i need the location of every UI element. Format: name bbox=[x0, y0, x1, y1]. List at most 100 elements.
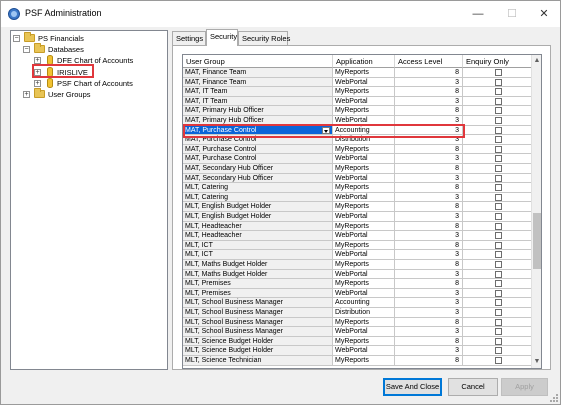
cell-user-group[interactable]: MLT, School Business Manager bbox=[183, 317, 333, 328]
table-row[interactable]: MLT, Headteacher WebPortal 3 bbox=[183, 231, 532, 241]
enquiry-only-checkbox[interactable] bbox=[495, 117, 502, 124]
cell-user-group[interactable]: MLT, School Business Manager bbox=[183, 308, 333, 318]
cell-access-level[interactable]: 3 bbox=[395, 77, 463, 88]
cell-application[interactable]: WebPortal bbox=[333, 346, 395, 356]
enquiry-only-checkbox[interactable] bbox=[495, 232, 502, 240]
table-row[interactable]: MLT, Headteacher MyReports 8 bbox=[183, 221, 532, 232]
enquiry-only-checkbox[interactable] bbox=[495, 193, 502, 201]
cell-user-group[interactable]: MLT, English Budget Holder bbox=[183, 202, 333, 212]
cell-access-level[interactable]: 3 bbox=[395, 288, 463, 299]
scroll-up-icon[interactable]: ▲ bbox=[532, 55, 541, 67]
cell-access-level[interactable]: 3 bbox=[395, 308, 463, 318]
table-row[interactable]: MLT, School Business Manager Distribution… bbox=[183, 308, 532, 318]
cell-access-level[interactable]: 3 bbox=[395, 346, 463, 356]
enquiry-only-checkbox[interactable] bbox=[495, 251, 502, 259]
cell-access-level[interactable]: 8 bbox=[395, 260, 463, 270]
enquiry-only-checkbox[interactable] bbox=[495, 107, 502, 115]
resize-grip-icon[interactable] bbox=[550, 394, 558, 402]
cell-application[interactable]: MyReports bbox=[333, 336, 395, 347]
table-row[interactable]: MAT, IT Team MyReports 8 bbox=[183, 87, 532, 97]
cell-application[interactable]: WebPortal bbox=[333, 327, 395, 337]
enquiry-only-checkbox[interactable] bbox=[495, 222, 502, 230]
cell-access-level[interactable]: 3 bbox=[395, 212, 463, 222]
cell-application[interactable]: MyReports bbox=[333, 221, 395, 232]
enquiry-only-checkbox[interactable] bbox=[495, 203, 502, 211]
security-grid[interactable]: User Group Application Access Level Enqu… bbox=[182, 54, 542, 369]
enquiry-only-checkbox[interactable] bbox=[495, 328, 502, 336]
cell-access-level[interactable]: 3 bbox=[395, 269, 463, 280]
cell-access-level[interactable]: 3 bbox=[395, 154, 463, 164]
cell-user-group[interactable]: MLT, School Business Manager bbox=[183, 298, 333, 308]
table-row[interactable]: MAT, Finance Team WebPortal 3 bbox=[183, 77, 532, 88]
cell-application[interactable]: WebPortal bbox=[333, 231, 395, 241]
table-row[interactable]: MLT, Science Budget Holder MyReports 8 bbox=[183, 336, 532, 347]
cell-user-group[interactable]: MLT, ICT bbox=[183, 240, 333, 251]
enquiry-only-checkbox[interactable] bbox=[495, 347, 502, 355]
enquiry-only-checkbox[interactable] bbox=[495, 126, 502, 134]
cell-application[interactable]: WebPortal bbox=[333, 192, 395, 203]
table-row[interactable]: MLT, School Business Manager WebPortal 3 bbox=[183, 327, 532, 337]
cell-user-group[interactable]: MAT, Purchase Control bbox=[183, 154, 333, 164]
cell-user-group[interactable]: MLT, Science Budget Holder bbox=[183, 346, 333, 356]
table-row[interactable]: MLT, Premises WebPortal 3 bbox=[183, 288, 532, 299]
table-row[interactable]: MAT, Finance Team MyReports 8 bbox=[183, 68, 532, 78]
enquiry-only-checkbox[interactable] bbox=[495, 184, 502, 192]
table-row[interactable]: MLT, Science Technician MyReports 8 bbox=[183, 356, 532, 366]
minimize-button[interactable]: — bbox=[461, 1, 495, 27]
cell-application[interactable]: MyReports bbox=[333, 87, 395, 97]
cell-user-group[interactable]: MAT, IT Team bbox=[183, 96, 333, 107]
cell-application[interactable]: MyReports bbox=[333, 106, 395, 116]
collapse-icon[interactable]: − bbox=[23, 46, 30, 53]
cell-application[interactable]: WebPortal bbox=[333, 173, 395, 184]
cell-application[interactable]: WebPortal bbox=[333, 288, 395, 299]
cell-application[interactable]: MyReports bbox=[333, 68, 395, 78]
cell-user-group[interactable]: MLT, Catering bbox=[183, 183, 333, 193]
table-row[interactable]: MLT, Catering MyReports 8 bbox=[183, 183, 532, 193]
table-row[interactable]: MLT, Premises MyReports 8 bbox=[183, 279, 532, 289]
cell-user-group[interactable]: MAT, Finance Team bbox=[183, 77, 333, 88]
expand-icon[interactable]: + bbox=[23, 91, 30, 98]
table-row[interactable]: MLT, Maths Budget Holder WebPortal 3 bbox=[183, 269, 532, 280]
maximize-button[interactable]: ☐ bbox=[495, 1, 529, 27]
cell-access-level[interactable]: 8 bbox=[395, 183, 463, 193]
cell-access-level[interactable]: 3 bbox=[395, 192, 463, 203]
table-row[interactable]: MLT, Catering WebPortal 3 bbox=[183, 192, 532, 203]
cell-user-group[interactable]: MLT, Science Technician bbox=[183, 356, 333, 366]
table-row[interactable]: MAT, Purchase Control MyReports 8 bbox=[183, 144, 532, 155]
cell-user-group[interactable]: MLT, Maths Budget Holder bbox=[183, 269, 333, 280]
cell-access-level[interactable]: 3 bbox=[395, 250, 463, 260]
table-row[interactable]: MLT, English Budget Holder MyReports 8 bbox=[183, 202, 532, 212]
enquiry-only-checkbox[interactable] bbox=[495, 136, 502, 144]
cell-application[interactable]: WebPortal bbox=[333, 96, 395, 107]
cell-user-group[interactable]: MLT, Headteacher bbox=[183, 231, 333, 241]
enquiry-only-checkbox[interactable] bbox=[495, 213, 502, 220]
enquiry-only-checkbox[interactable] bbox=[495, 261, 502, 268]
enquiry-only-checkbox[interactable] bbox=[495, 337, 502, 345]
column-header-application[interactable]: Application bbox=[333, 55, 395, 68]
scroll-down-icon[interactable]: ▼ bbox=[532, 356, 541, 368]
enquiry-only-checkbox[interactable] bbox=[495, 78, 502, 86]
cell-access-level[interactable]: 8 bbox=[395, 356, 463, 366]
enquiry-only-checkbox[interactable] bbox=[495, 309, 502, 316]
enquiry-only-checkbox[interactable] bbox=[495, 165, 502, 172]
column-header-enquiry-only[interactable]: Enquiry Only bbox=[463, 55, 532, 68]
cell-access-level[interactable]: 8 bbox=[395, 221, 463, 232]
cell-application[interactable]: MyReports bbox=[333, 317, 395, 328]
tab-security-roles[interactable]: Security Roles bbox=[238, 31, 290, 45]
scrollbar-thumb[interactable] bbox=[533, 213, 541, 269]
cell-access-level[interactable]: 3 bbox=[395, 327, 463, 337]
cell-access-level[interactable]: 3 bbox=[395, 298, 463, 308]
table-row[interactable]: MLT, ICT MyReports 8 bbox=[183, 240, 532, 251]
tree-view[interactable]: − PS Financials − Databases + DFE Chart … bbox=[10, 30, 168, 370]
cell-access-level[interactable]: 8 bbox=[395, 317, 463, 328]
cell-application[interactable]: MyReports bbox=[333, 202, 395, 212]
tab-settings[interactable]: Settings bbox=[172, 31, 206, 45]
cell-application[interactable]: Distribution bbox=[333, 308, 395, 318]
vertical-scrollbar[interactable]: ▲ ▼ bbox=[531, 55, 541, 368]
cell-user-group[interactable]: MAT, Secondary Hub Officer bbox=[183, 173, 333, 184]
cell-application[interactable]: WebPortal bbox=[333, 212, 395, 222]
table-row[interactable]: MLT, English Budget Holder WebPortal 3 bbox=[183, 212, 532, 222]
enquiry-only-checkbox[interactable] bbox=[495, 88, 502, 96]
table-row[interactable]: MAT, Primary Hub Officer MyReports 8 bbox=[183, 106, 532, 116]
cell-application[interactable]: MyReports bbox=[333, 183, 395, 193]
